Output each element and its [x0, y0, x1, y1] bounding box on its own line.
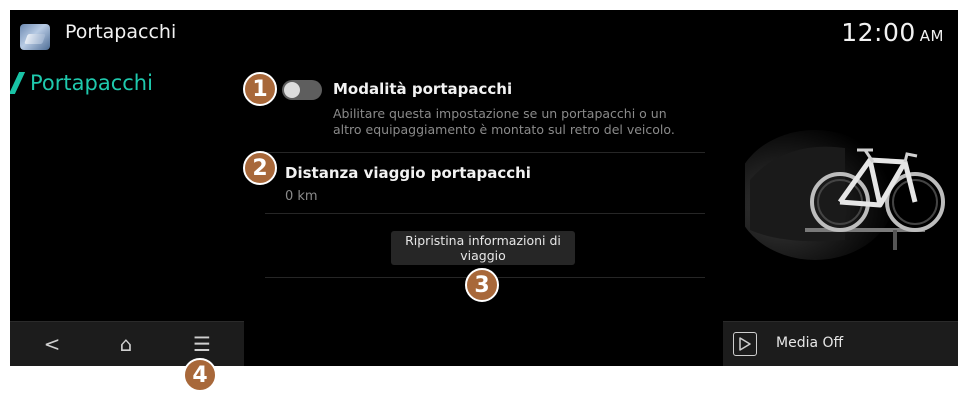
reset-trip-label-line1: Ripristina informazioni di	[405, 233, 561, 248]
callout-badge-2: 2	[243, 151, 277, 185]
bottom-navbar: < ⌂ ☰	[10, 321, 244, 366]
callout-badge-1: 1	[243, 72, 277, 106]
bike-rack-image	[735, 120, 955, 260]
rack-mode-toggle[interactable]	[282, 80, 322, 100]
bike-on-rack-illustration	[735, 130, 945, 260]
clock-time: 12:00	[841, 18, 916, 47]
sidebar-item-portapacchi[interactable]: Portapacchi	[10, 68, 153, 98]
divider	[265, 152, 705, 153]
app-title: Portapacchi	[65, 21, 177, 43]
back-icon[interactable]: <	[37, 330, 67, 358]
play-icon	[733, 332, 757, 356]
trip-distance-title: Distanza viaggio portapacchi	[285, 164, 531, 182]
media-widget[interactable]: Media Off	[723, 321, 958, 366]
home-icon[interactable]: ⌂	[111, 330, 141, 358]
callout-badge-4: 4	[183, 358, 217, 392]
rack-mode-title: Modalità portapacchi	[333, 80, 513, 98]
trip-distance-value: 0 km	[285, 189, 318, 204]
callout-badge-3: 3	[465, 268, 499, 302]
clock: 12:00 AM	[841, 18, 944, 47]
rack-mode-description-line2: altro equipaggiamento è montato sul retr…	[333, 122, 675, 137]
infotainment-screen: Portapacchi 12:00 AM Portapacchi 1 Modali…	[10, 10, 958, 366]
toggle-knob	[284, 82, 300, 98]
rack-photo-icon	[20, 24, 50, 50]
active-indicator	[10, 72, 26, 94]
clock-ampm: AM	[919, 27, 944, 45]
sidebar-item-label: Portapacchi	[30, 71, 153, 95]
reset-trip-label-line2: viaggio	[460, 248, 506, 263]
reset-trip-button[interactable]: Ripristina informazioni di viaggio	[391, 231, 575, 265]
menu-icon[interactable]: ☰	[187, 330, 217, 358]
divider	[265, 213, 705, 214]
rack-mode-description-line1: Abilitare questa impostazione se un port…	[333, 106, 667, 121]
rack-mode-description: Abilitare questa impostazione se un port…	[333, 106, 675, 138]
media-label: Media Off	[776, 335, 844, 351]
